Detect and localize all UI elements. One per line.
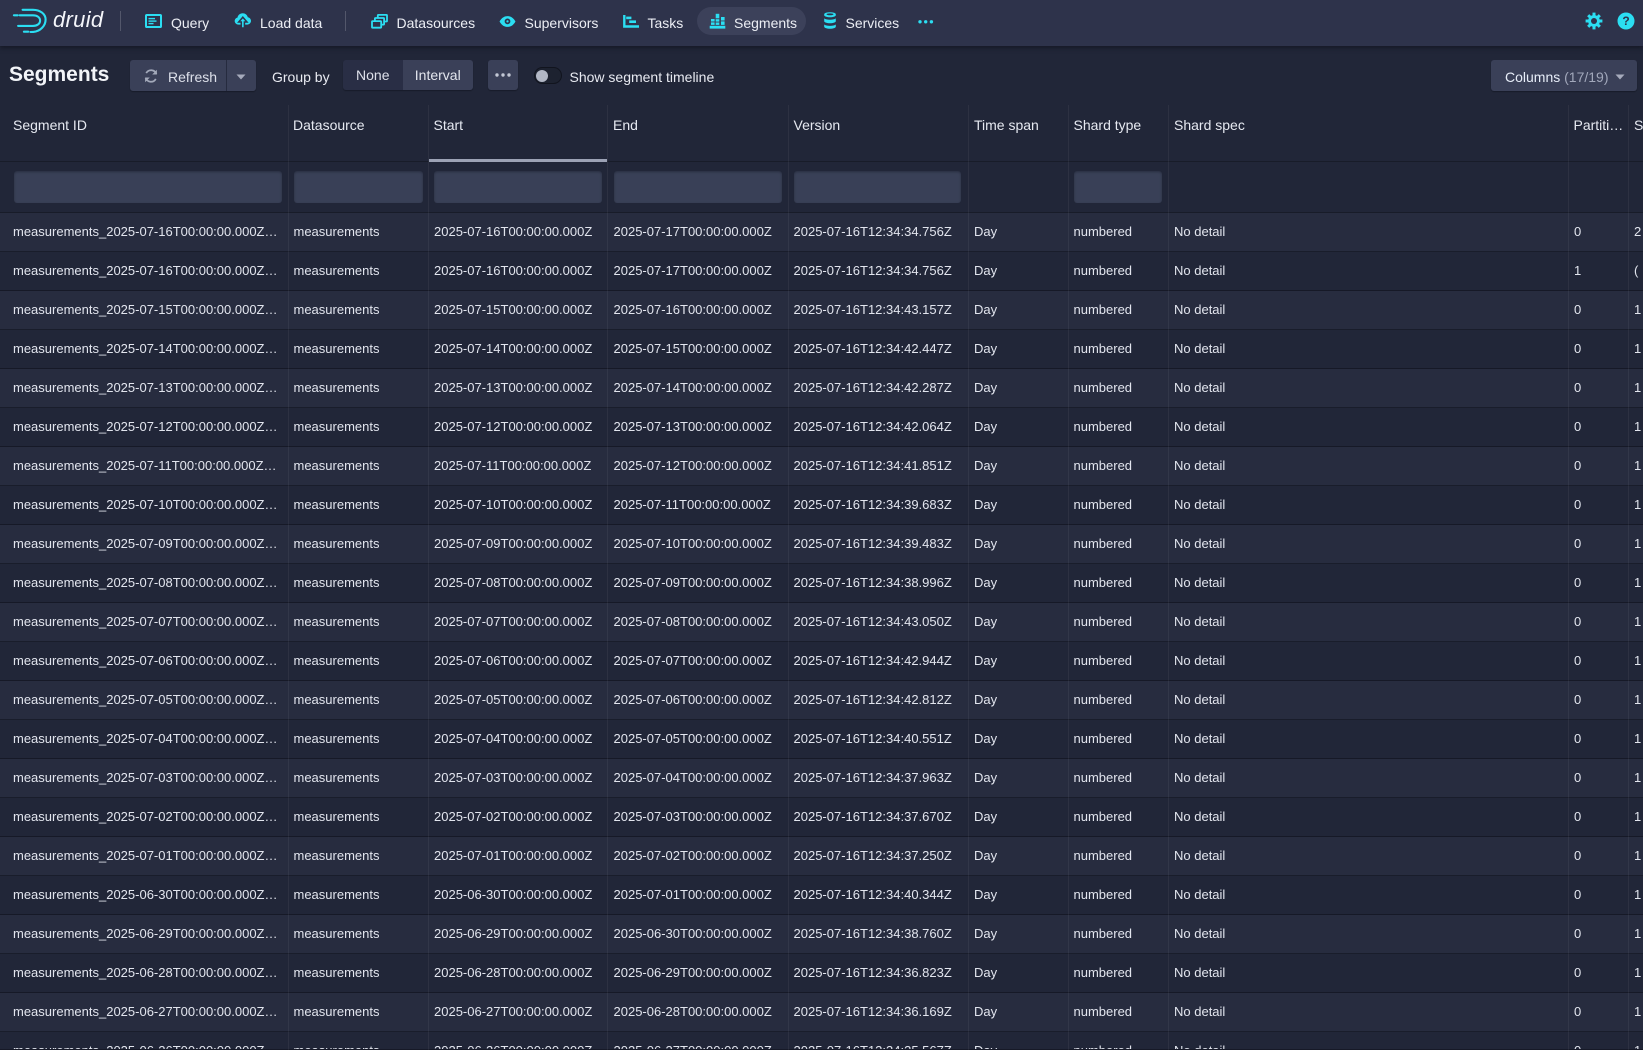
svg-text:?: ? [1622, 14, 1629, 28]
